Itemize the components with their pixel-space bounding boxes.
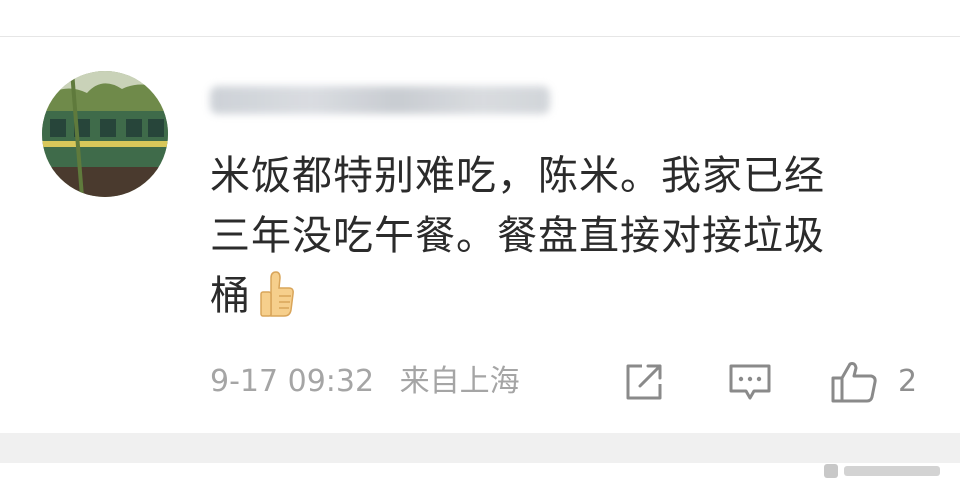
share-icon <box>626 364 662 400</box>
train-photo-avatar-icon <box>42 71 168 197</box>
comment-text: 米饭都特别难吃，陈米。我家已经 三年没吃午餐。餐盘直接对接垃圾 桶 <box>210 146 910 326</box>
comment-meta: 9-17 09:32 来自上海 <box>210 362 536 402</box>
thumbs-up-emoji-icon <box>257 270 297 318</box>
username-blurred[interactable] <box>210 86 550 114</box>
like-count: 2 <box>898 364 918 399</box>
comment-line-1: 米饭都特别难吃，陈米。我家已经 <box>210 153 825 199</box>
comment-line-2: 三年没吃午餐。餐盘直接对接垃圾 <box>210 213 825 259</box>
timestamp: 9-17 09:32 <box>210 364 375 399</box>
comment-icon <box>729 364 771 400</box>
reply-button[interactable] <box>728 360 772 404</box>
comment-line-3-text: 桶 <box>210 273 251 319</box>
share-button[interactable] <box>624 360 666 404</box>
location: 来自上海 <box>399 364 520 399</box>
comment-separator-band <box>0 433 960 463</box>
thumbs-up-icon <box>831 362 877 403</box>
comment-line-3: 桶 <box>210 266 910 326</box>
weibo-watermark-icon <box>824 464 940 478</box>
watermark <box>824 458 944 484</box>
avatar[interactable] <box>42 71 168 197</box>
like-button[interactable]: 2 <box>830 360 917 404</box>
